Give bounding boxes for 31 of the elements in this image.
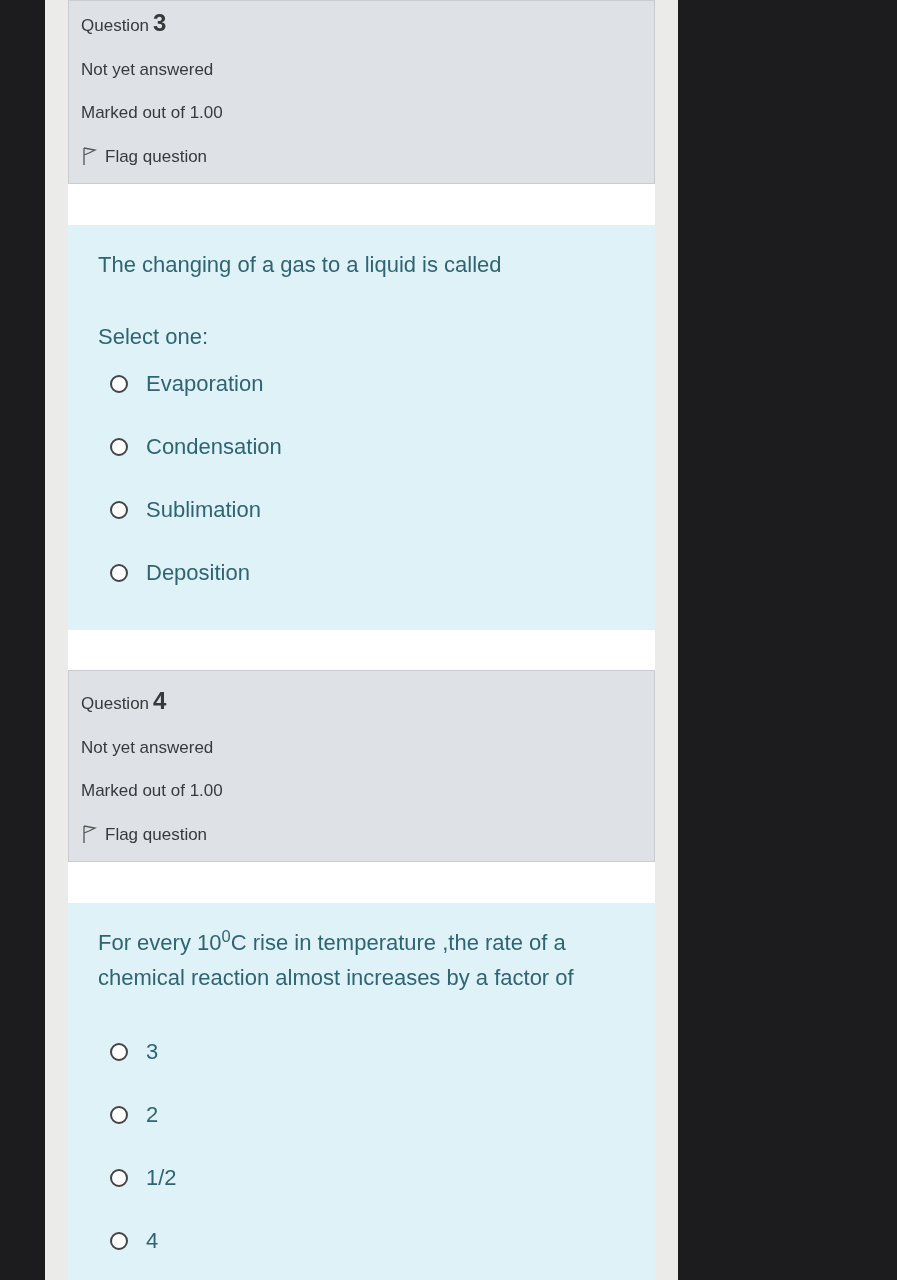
flag-icon — [81, 824, 97, 845]
option-label: 1/2 — [146, 1164, 177, 1192]
radio-button[interactable] — [110, 1043, 128, 1061]
option-label: Sublimation — [146, 496, 261, 524]
question-number: 4 — [153, 689, 167, 713]
marks-text: Marked out of 1.00 — [81, 102, 224, 124]
radio-button[interactable] — [110, 375, 128, 393]
option-label: 4 — [146, 1227, 159, 1255]
radio-button[interactable] — [110, 438, 128, 456]
status-text: Not yet answered — [81, 58, 215, 81]
question-text: The changing of a gas to a liquid is called — [98, 251, 503, 279]
question-text: For every 10$^{0}$C rise in temperature ,the rate of a chemical reaction almost increases by a factor of — [98, 925, 575, 992]
option-label: Condensation — [146, 433, 282, 461]
option-label: 2 — [146, 1101, 159, 1129]
option-label: Evaporation — [146, 370, 264, 398]
radio-button[interactable] — [110, 1106, 128, 1124]
option-label: Deposition — [146, 559, 250, 587]
flag-icon — [81, 146, 97, 167]
radio-button[interactable] — [110, 501, 128, 519]
radio-button[interactable] — [110, 564, 128, 582]
question-label: Question — [81, 15, 150, 37]
marks-text: Marked out of 1.00 — [81, 780, 224, 802]
question-number: 3 — [153, 11, 167, 35]
status-text: Not yet answered — [81, 736, 215, 759]
select-one-label: Select one: — [98, 323, 210, 351]
radio-button[interactable] — [110, 1169, 128, 1187]
question-label: Question — [81, 693, 150, 715]
option-label: 3 — [146, 1038, 159, 1066]
flag-question-link[interactable]: Flag question — [105, 143, 208, 169]
radio-button[interactable] — [110, 1232, 128, 1250]
flag-question-link[interactable]: Flag question — [105, 821, 208, 847]
